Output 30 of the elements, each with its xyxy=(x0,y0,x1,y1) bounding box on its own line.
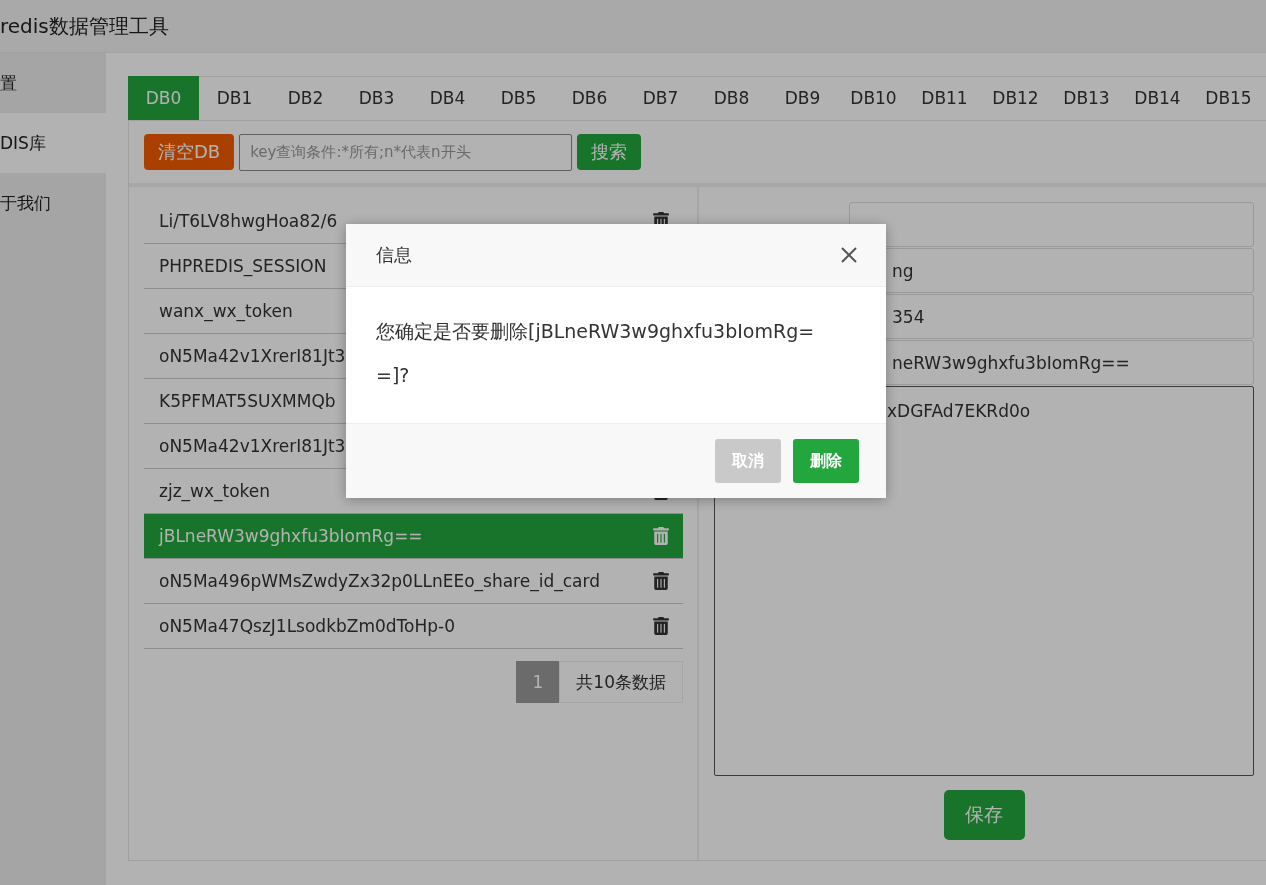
db-tab[interactable]: DB7 xyxy=(625,76,696,120)
value-field[interactable] xyxy=(849,202,1254,247)
field-value: ng xyxy=(892,260,914,281)
db-tab[interactable]: DB9 xyxy=(767,76,838,120)
db-tab[interactable]: DB5 xyxy=(483,76,554,120)
sidebar-item[interactable]: DIS库 xyxy=(0,113,106,173)
close-icon[interactable] xyxy=(840,246,858,264)
db-tab[interactable]: DB10 xyxy=(838,76,909,120)
db-tab[interactable]: DB2 xyxy=(270,76,341,120)
total-count: 共10条数据 xyxy=(559,661,683,703)
dialog-message: 您确定是否要删除[jBLneRW3w9ghxfu3bIomRg==]? xyxy=(375,319,816,388)
key-row[interactable]: oN5Ma496pWMsZwdyZx32p0LLnEEo_share_id_card xyxy=(144,559,683,604)
db-tab[interactable]: DB8 xyxy=(696,76,767,120)
db-tab[interactable]: DB6 xyxy=(554,76,625,120)
db-tab[interactable]: DB12 xyxy=(980,76,1051,120)
field-value: 354 xyxy=(892,306,925,327)
dialog-title: 信息 xyxy=(376,243,412,267)
db-tab[interactable]: DB13 xyxy=(1051,76,1122,120)
trash-icon[interactable] xyxy=(653,572,669,590)
search-field[interactable]: key查询条件:*所有;n*代表n开头 xyxy=(239,133,573,171)
db-tab[interactable]: DB1 xyxy=(199,76,270,120)
app-title: redis数据管理工具 xyxy=(0,12,169,40)
db-tab[interactable]: DB11 xyxy=(909,76,980,120)
trash-icon[interactable] xyxy=(653,617,669,635)
db-tab[interactable]: DB3 xyxy=(341,76,412,120)
db-tab[interactable]: DB15 xyxy=(1193,76,1264,120)
db-tab[interactable]: DB4 xyxy=(412,76,483,120)
db-tab[interactable]: DB14 xyxy=(1122,76,1193,120)
key-row[interactable]: oN5Ma47QszJ1LsodkbZm0dToHp-0 xyxy=(144,604,683,649)
field-value: neRW3w9ghxfu3bIomRg== xyxy=(892,352,1130,373)
